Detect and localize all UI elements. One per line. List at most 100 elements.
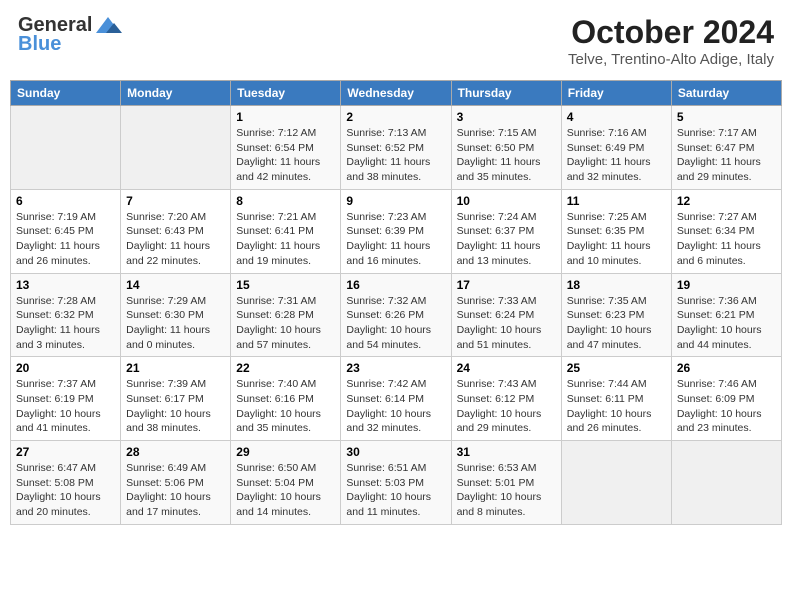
day-info: Sunrise: 7:31 AMSunset: 6:28 PMDaylight:…	[236, 294, 335, 353]
day-info: Sunrise: 7:44 AMSunset: 6:11 PMDaylight:…	[567, 377, 666, 436]
day-number: 24	[457, 361, 556, 375]
calendar-table: SundayMondayTuesdayWednesdayThursdayFrid…	[10, 80, 782, 525]
calendar-week-row: 27 Sunrise: 6:47 AMSunset: 5:08 PMDayligh…	[11, 441, 782, 525]
day-info: Sunrise: 7:29 AMSunset: 6:30 PMDaylight:…	[126, 294, 225, 353]
page-header: General Blue October 2024 Telve, Trentin…	[10, 10, 782, 72]
calendar-cell: 29 Sunrise: 6:50 AMSunset: 5:04 PMDayligh…	[231, 441, 341, 525]
day-number: 1	[236, 110, 335, 124]
calendar-cell: 10 Sunrise: 7:24 AMSunset: 6:37 PMDayligh…	[451, 189, 561, 273]
day-info: Sunrise: 7:12 AMSunset: 6:54 PMDaylight:…	[236, 126, 335, 185]
calendar-header-tuesday: Tuesday	[231, 81, 341, 106]
calendar-cell: 24 Sunrise: 7:43 AMSunset: 6:12 PMDayligh…	[451, 357, 561, 441]
day-number: 20	[16, 361, 115, 375]
day-number: 2	[346, 110, 445, 124]
day-number: 15	[236, 278, 335, 292]
calendar-week-row: 1 Sunrise: 7:12 AMSunset: 6:54 PMDaylight…	[11, 106, 782, 190]
calendar-cell: 11Sunrise: 7:25 AMSunset: 6:35 PMDayligh…	[561, 189, 671, 273]
day-info: Sunrise: 7:43 AMSunset: 6:12 PMDaylight:…	[457, 377, 556, 436]
day-info: Sunrise: 7:16 AMSunset: 6:49 PMDaylight:…	[567, 126, 666, 185]
calendar-cell: 4 Sunrise: 7:16 AMSunset: 6:49 PMDaylight…	[561, 106, 671, 190]
logo-text-blue: Blue	[18, 33, 61, 56]
day-info: Sunrise: 7:46 AMSunset: 6:09 PMDaylight:…	[677, 377, 776, 436]
day-number: 13	[16, 278, 115, 292]
day-info: Sunrise: 6:49 AMSunset: 5:06 PMDaylight:…	[126, 461, 225, 520]
day-info: Sunrise: 6:51 AMSunset: 5:03 PMDaylight:…	[346, 461, 445, 520]
calendar-week-row: 13Sunrise: 7:28 AMSunset: 6:32 PMDayligh…	[11, 273, 782, 357]
calendar-cell: 31 Sunrise: 6:53 AMSunset: 5:01 PMDayligh…	[451, 441, 561, 525]
day-info: Sunrise: 7:39 AMSunset: 6:17 PMDaylight:…	[126, 377, 225, 436]
day-number: 23	[346, 361, 445, 375]
day-info: Sunrise: 7:33 AMSunset: 6:24 PMDaylight:…	[457, 294, 556, 353]
day-info: Sunrise: 7:36 AMSunset: 6:21 PMDaylight:…	[677, 294, 776, 353]
calendar-header-row: SundayMondayTuesdayWednesdayThursdayFrid…	[11, 81, 782, 106]
day-number: 3	[457, 110, 556, 124]
calendar-cell: 1 Sunrise: 7:12 AMSunset: 6:54 PMDaylight…	[231, 106, 341, 190]
logo: General Blue	[18, 14, 124, 56]
day-info: Sunrise: 7:23 AMSunset: 6:39 PMDaylight:…	[346, 210, 445, 269]
calendar-week-row: 20Sunrise: 7:37 AMSunset: 6:19 PMDayligh…	[11, 357, 782, 441]
calendar-cell: 8Sunrise: 7:21 AMSunset: 6:41 PMDaylight…	[231, 189, 341, 273]
calendar-header-monday: Monday	[121, 81, 231, 106]
calendar-cell: 19 Sunrise: 7:36 AMSunset: 6:21 PMDayligh…	[671, 273, 781, 357]
day-number: 12	[677, 194, 776, 208]
day-number: 10	[457, 194, 556, 208]
day-number: 7	[126, 194, 225, 208]
calendar-cell	[11, 106, 121, 190]
calendar-header-friday: Friday	[561, 81, 671, 106]
day-info: Sunrise: 7:32 AMSunset: 6:26 PMDaylight:…	[346, 294, 445, 353]
day-number: 25	[567, 361, 666, 375]
calendar-cell: 2 Sunrise: 7:13 AMSunset: 6:52 PMDaylight…	[341, 106, 451, 190]
calendar-header-wednesday: Wednesday	[341, 81, 451, 106]
day-number: 11	[567, 194, 666, 208]
month-title: October 2024	[568, 14, 774, 51]
day-info: Sunrise: 6:50 AMSunset: 5:04 PMDaylight:…	[236, 461, 335, 520]
calendar-week-row: 6 Sunrise: 7:19 AMSunset: 6:45 PMDaylight…	[11, 189, 782, 273]
day-info: Sunrise: 7:19 AMSunset: 6:45 PMDaylight:…	[16, 210, 115, 269]
day-info: Sunrise: 7:17 AMSunset: 6:47 PMDaylight:…	[677, 126, 776, 185]
calendar-cell: 20Sunrise: 7:37 AMSunset: 6:19 PMDayligh…	[11, 357, 121, 441]
calendar-cell	[671, 441, 781, 525]
day-number: 27	[16, 445, 115, 459]
day-info: Sunrise: 6:53 AMSunset: 5:01 PMDaylight:…	[457, 461, 556, 520]
day-number: 31	[457, 445, 556, 459]
day-info: Sunrise: 6:47 AMSunset: 5:08 PMDaylight:…	[16, 461, 115, 520]
day-info: Sunrise: 7:40 AMSunset: 6:16 PMDaylight:…	[236, 377, 335, 436]
day-info: Sunrise: 7:24 AMSunset: 6:37 PMDaylight:…	[457, 210, 556, 269]
day-number: 28	[126, 445, 225, 459]
day-info: Sunrise: 7:15 AMSunset: 6:50 PMDaylight:…	[457, 126, 556, 185]
calendar-cell	[561, 441, 671, 525]
day-info: Sunrise: 7:20 AMSunset: 6:43 PMDaylight:…	[126, 210, 225, 269]
calendar-cell: 16Sunrise: 7:32 AMSunset: 6:26 PMDayligh…	[341, 273, 451, 357]
calendar-cell: 7 Sunrise: 7:20 AMSunset: 6:43 PMDaylight…	[121, 189, 231, 273]
day-info: Sunrise: 7:13 AMSunset: 6:52 PMDaylight:…	[346, 126, 445, 185]
day-number: 8	[236, 194, 335, 208]
day-number: 9	[346, 194, 445, 208]
day-number: 22	[236, 361, 335, 375]
day-info: Sunrise: 7:27 AMSunset: 6:34 PMDaylight:…	[677, 210, 776, 269]
calendar-cell: 26Sunrise: 7:46 AMSunset: 6:09 PMDayligh…	[671, 357, 781, 441]
calendar-cell: 23Sunrise: 7:42 AMSunset: 6:14 PMDayligh…	[341, 357, 451, 441]
calendar-cell: 30 Sunrise: 6:51 AMSunset: 5:03 PMDayligh…	[341, 441, 451, 525]
calendar-cell: 21Sunrise: 7:39 AMSunset: 6:17 PMDayligh…	[121, 357, 231, 441]
day-number: 4	[567, 110, 666, 124]
day-number: 30	[346, 445, 445, 459]
calendar-cell: 27 Sunrise: 6:47 AMSunset: 5:08 PMDayligh…	[11, 441, 121, 525]
day-info: Sunrise: 7:35 AMSunset: 6:23 PMDaylight:…	[567, 294, 666, 353]
calendar-cell: 22 Sunrise: 7:40 AMSunset: 6:16 PMDayligh…	[231, 357, 341, 441]
calendar-header-sunday: Sunday	[11, 81, 121, 106]
day-number: 6	[16, 194, 115, 208]
calendar-cell: 13Sunrise: 7:28 AMSunset: 6:32 PMDayligh…	[11, 273, 121, 357]
day-number: 29	[236, 445, 335, 459]
calendar-header-thursday: Thursday	[451, 81, 561, 106]
calendar-cell: 15 Sunrise: 7:31 AMSunset: 6:28 PMDayligh…	[231, 273, 341, 357]
logo-icon	[94, 15, 122, 37]
day-number: 14	[126, 278, 225, 292]
day-number: 18	[567, 278, 666, 292]
calendar-cell	[121, 106, 231, 190]
calendar-cell: 6 Sunrise: 7:19 AMSunset: 6:45 PMDaylight…	[11, 189, 121, 273]
day-number: 19	[677, 278, 776, 292]
calendar-header-saturday: Saturday	[671, 81, 781, 106]
calendar-cell: 9 Sunrise: 7:23 AMSunset: 6:39 PMDaylight…	[341, 189, 451, 273]
location-title: Telve, Trentino-Alto Adige, Italy	[568, 51, 774, 68]
calendar-cell: 5Sunrise: 7:17 AMSunset: 6:47 PMDaylight…	[671, 106, 781, 190]
